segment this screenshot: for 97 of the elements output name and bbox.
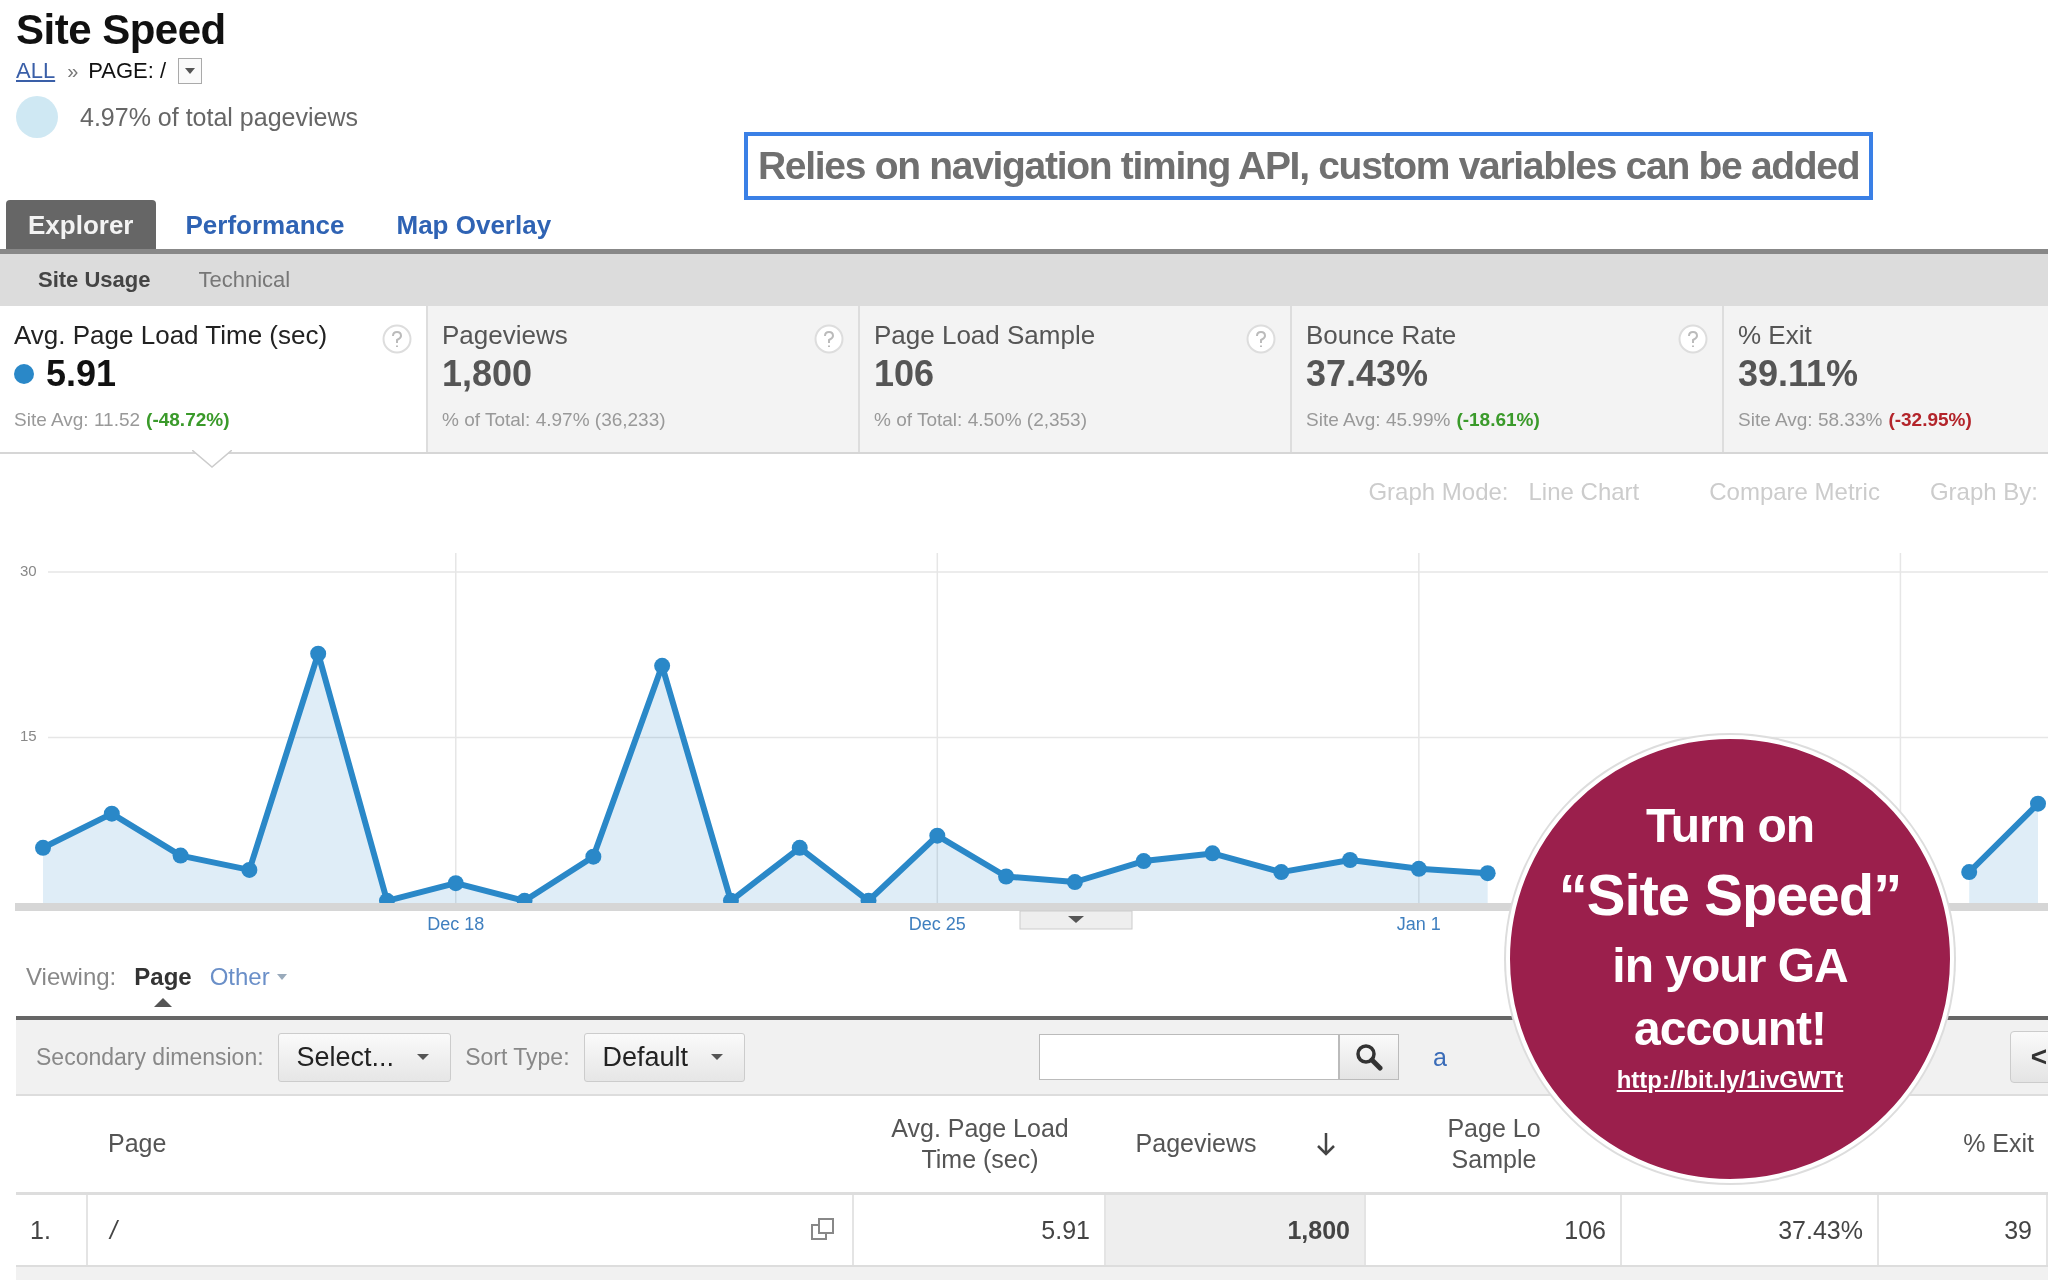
x-axis-label: Jan 1 <box>1396 914 1441 934</box>
data-point <box>1479 865 1496 882</box>
segment-icon <box>16 96 58 138</box>
data-point <box>241 861 258 878</box>
view-option[interactable]: Page <box>134 963 192 991</box>
metric-label: Bounce Rate <box>1306 320 1457 351</box>
data-point <box>103 805 120 822</box>
tab[interactable]: Explorer <box>6 200 156 249</box>
data-point <box>1273 864 1290 881</box>
collapse-handle[interactable] <box>1019 910 1133 930</box>
y-axis-label: 30 <box>20 561 37 579</box>
metric-label: Pageviews <box>442 320 568 351</box>
metric-comparison: Site Avg: 11.52 <box>14 409 141 431</box>
series-dot-icon <box>14 364 34 384</box>
help-icon[interactable] <box>814 324 844 354</box>
column-header[interactable]: % Exit <box>1963 1128 2034 1160</box>
metric-comparison: Site Avg: 58.33% <box>1738 409 1883 431</box>
data-point <box>35 839 51 856</box>
tab[interactable]: Map Overlay <box>374 200 574 249</box>
row-number: 1. <box>30 1215 51 1245</box>
caret-icon <box>416 1053 431 1061</box>
y-axis-label: 15 <box>20 727 37 745</box>
search-field[interactable] <box>1039 1034 1340 1080</box>
previous-button[interactable]: < <box>2010 1031 2048 1083</box>
breadcrumb-current: PAGE: / <box>88 58 167 84</box>
column-header[interactable]: Pageviews <box>1135 1128 1257 1160</box>
sort-type-label: Sort Type: <box>465 1043 570 1071</box>
data-point <box>1342 851 1359 868</box>
data-point <box>172 847 189 864</box>
help-icon[interactable] <box>382 324 412 354</box>
table-cell: 106 <box>1564 1215 1606 1245</box>
segment-text: 4.97% of total pageviews <box>80 102 358 132</box>
metric-card[interactable]: % Exit 39.11% Site Avg: 58.33% (-32.95%) <box>1724 306 2048 452</box>
metric-card[interactable]: Page Load Sample 106 % of Total: 4.50% (2,353) <box>860 306 1292 452</box>
metric-card[interactable]: Pageviews 1,800 % of Total: 4.97% (36,233) <box>428 306 860 452</box>
metric-comparison: Site Avg: 45.99% <box>1306 409 1451 431</box>
metric-label: Avg. Page Load Time (sec) <box>14 320 328 351</box>
breadcrumb-separator: » <box>67 59 79 83</box>
data-point <box>654 657 671 674</box>
search-icon <box>1355 1043 1384 1071</box>
badge-link[interactable]: http://bit.ly/1ivGWTt <box>1616 1066 1844 1095</box>
x-axis-label: Dec 18 <box>427 914 485 934</box>
data-point <box>2030 795 2046 812</box>
data-point <box>447 875 464 892</box>
table-cell: 39 <box>2004 1215 2032 1245</box>
column-header[interactable]: Page <box>108 1128 167 1160</box>
data-point <box>1066 874 1083 891</box>
metric-value: 39.11% <box>1738 353 1859 395</box>
metric-comparison: % of Total: 4.50% (2,353) <box>874 409 1087 431</box>
metric-label: Page Load Sample <box>874 320 1096 351</box>
metric-value: 5.91 <box>46 353 117 395</box>
caret-icon[interactable] <box>275 973 288 981</box>
metric-change: (-18.61%) <box>1456 409 1540 431</box>
table-cell: 5.91 <box>1041 1215 1090 1245</box>
badge-text: in your GA <box>1612 937 1848 994</box>
advanced-link[interactable]: a <box>1433 1042 1447 1072</box>
callout-box: Relies on navigation timing API, custom variables can be added <box>744 132 1874 200</box>
metric-change: (-48.72%) <box>146 409 230 431</box>
table-cell: 37.43% <box>1778 1215 1863 1245</box>
table-cell: / <box>110 1215 117 1245</box>
dropdown-button[interactable] <box>178 58 203 84</box>
pointer-icon <box>153 998 172 1007</box>
open-page-icon[interactable] <box>810 1217 836 1243</box>
data-point <box>310 645 327 662</box>
badge-text: Turn on <box>1645 797 1815 854</box>
caret-icon <box>710 1053 725 1061</box>
data-point <box>1135 853 1152 870</box>
viewing-label: Viewing: <box>26 963 117 991</box>
data-point <box>791 839 808 856</box>
metric-value: 106 <box>874 353 935 395</box>
secondary-dimension-dropdown[interactable]: Select... <box>277 1032 452 1082</box>
data-point <box>929 827 946 844</box>
breadcrumb-link[interactable]: ALL <box>16 58 56 84</box>
sort-type-dropdown[interactable]: Default <box>583 1032 746 1082</box>
data-point <box>1204 845 1221 862</box>
data-point <box>998 868 1015 885</box>
page-title: Site Speed <box>16 6 227 54</box>
badge-text: “Site Speed” <box>1558 861 1902 930</box>
subtab[interactable]: Site Usage <box>38 267 151 293</box>
help-icon[interactable] <box>1246 324 1276 354</box>
metric-value: 1,800 <box>442 353 533 395</box>
column-header[interactable]: Avg. Page Load Time (sec) <box>891 1112 1069 1176</box>
x-axis-label: Dec 25 <box>908 914 966 934</box>
table-cell: 1,800 <box>1287 1215 1350 1245</box>
tab[interactable]: Performance <box>163 200 367 249</box>
help-icon[interactable] <box>1678 324 1708 354</box>
metric-comparison: % of Total: 4.97% (36,233) <box>442 409 666 431</box>
data-point <box>585 848 602 865</box>
badge-text: account! <box>1634 1000 1826 1057</box>
data-point <box>1410 860 1427 877</box>
metric-label: % Exit <box>1738 320 1812 351</box>
metric-change: (-32.95%) <box>1888 409 1972 431</box>
metric-value: 37.43% <box>1306 353 1429 395</box>
secondary-dimension-label: Secondary dimension: <box>36 1043 264 1071</box>
search-button[interactable] <box>1339 1034 1400 1080</box>
metric-card[interactable]: Bounce Rate 37.43% Site Avg: 45.99% (-18.61%) <box>1292 306 1724 452</box>
data-point <box>1961 864 1978 881</box>
